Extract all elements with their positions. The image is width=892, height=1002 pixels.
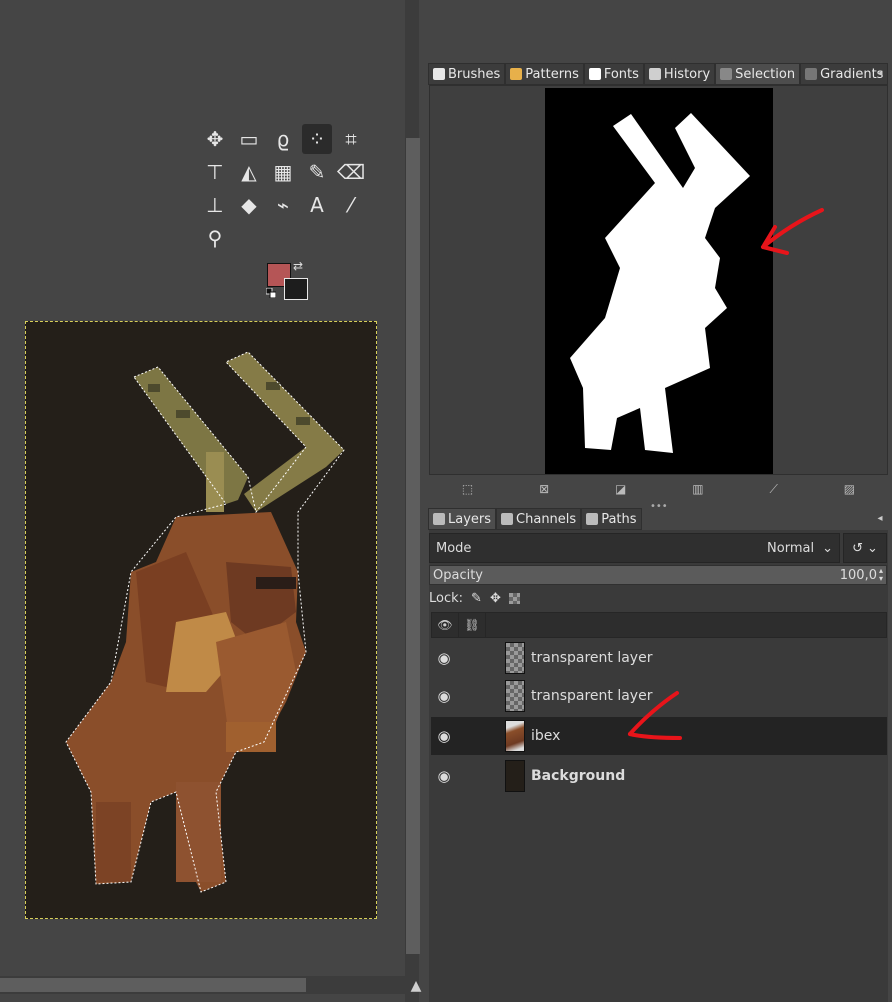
tab-paths[interactable]: Paths [581, 508, 642, 530]
channels-icon [501, 513, 514, 525]
crop-tool-icon[interactable]: ⌗ [336, 124, 366, 154]
paths-tool-icon[interactable]: ⌁ [268, 190, 298, 220]
layer-row[interactable]: ◉ Background [431, 757, 887, 795]
save-to-channel-icon[interactable]: ▥ [692, 482, 703, 496]
tab-label: Fonts [603, 66, 639, 82]
lock-pixels-icon[interactable]: ✎ [471, 591, 482, 606]
select-all-icon[interactable]: ⬚ [462, 482, 473, 496]
eye-icon[interactable]: ◉ [431, 727, 457, 745]
selection-mask-preview [545, 88, 773, 474]
zoom-tool-icon[interactable]: ⚲ [200, 223, 230, 253]
warp-transform-tool-icon[interactable]: ◭ [234, 157, 264, 187]
gradient-tool-icon[interactable]: ▦ [268, 157, 298, 187]
tab-label: History [663, 66, 711, 82]
paths-icon [586, 513, 599, 525]
eye-icon[interactable]: ◉ [431, 767, 457, 785]
opacity-slider[interactable]: Opacity 100,0 ▴ ▾ [429, 565, 887, 585]
tab-label: Layers [448, 511, 492, 527]
rect-select-tool-icon[interactable]: ▭ [234, 124, 264, 154]
layer-thumbnail [505, 642, 525, 674]
selection-to-path-icon[interactable]: ⟋ [769, 482, 777, 497]
image-canvas[interactable] [25, 321, 377, 919]
tab-brushes[interactable]: Brushes [428, 63, 506, 85]
composite-mode-button[interactable]: ↺ ⌄ [843, 533, 887, 563]
tab-selection[interactable]: Selection [715, 63, 801, 85]
bottom-dock-tabs: Layers Channels Paths [428, 508, 642, 530]
chevron-down-icon: ⌄ [822, 540, 833, 556]
top-dock-tabs: Brushes Patterns Fonts History Selection Grad… [428, 63, 889, 85]
layer-thumbnail [505, 760, 525, 792]
smudge-tool-icon[interactable]: ◆ [234, 190, 264, 220]
tab-patterns[interactable]: Patterns [505, 63, 584, 85]
mode-label: Mode [436, 540, 472, 556]
color-picker-tool-icon[interactable]: ⁄ [336, 190, 366, 220]
clone-tool-icon[interactable]: ⊥ [200, 190, 230, 220]
navigate-icon[interactable]: ▲ [408, 976, 424, 996]
tab-label: Selection [735, 66, 796, 82]
layers-list-header: 👁 ⛓ [431, 612, 887, 638]
ibex-figure [66, 352, 344, 892]
layer-name: transparent layer [531, 650, 653, 666]
eye-icon[interactable]: ◉ [431, 649, 457, 667]
eraser-tool-icon[interactable]: ⌫ [336, 157, 366, 187]
background-color-swatch[interactable] [284, 278, 308, 300]
move-tool-icon[interactable]: ✥ [200, 124, 230, 154]
layers-icon [433, 513, 445, 525]
swap-colors-icon[interactable]: ⇄ [293, 259, 303, 273]
tab-label: Channels [516, 511, 577, 527]
opacity-label: Opacity [433, 567, 484, 583]
annotation-arrow [761, 208, 824, 255]
tab-label: Paths [601, 511, 637, 527]
mode-value: Normal [767, 540, 815, 556]
layer-name: ibex [531, 728, 561, 744]
panel-menu-icon[interactable]: ◂ [873, 512, 887, 526]
tab-history[interactable]: History [643, 63, 716, 85]
fuzzy-select-tool-icon[interactable]: ⁘ [302, 124, 332, 154]
layer-row[interactable]: ◉ transparent layer [431, 639, 887, 677]
default-colors-icon[interactable] [265, 287, 277, 299]
select-none-icon[interactable]: ⊠ [539, 482, 549, 496]
lock-alpha-icon[interactable] [508, 592, 520, 604]
annotation-arrow [628, 691, 682, 740]
reset-mode-icon: ↺ [852, 540, 863, 556]
visibility-column-icon[interactable]: 👁 [432, 613, 459, 637]
toolbox: ✥ ▭ ϱ ⁘ ⌗ ⊤ ◭ ▦ ✎ ⌫ ⊥ ◆ ⌁ A ⁄ ⚲ [200, 124, 370, 253]
layer-thumbnail [505, 680, 525, 712]
spin-arrows-icon[interactable]: ▴ ▾ [879, 567, 883, 583]
horizontal-scrollbar[interactable] [0, 978, 306, 992]
selection-editor-buttons: ⬚ ⊠ ◪ ▥ ⟋ ▨ [429, 476, 888, 502]
history-icon [648, 68, 661, 80]
vertical-scrollbar[interactable] [405, 138, 420, 954]
brushes-icon [433, 68, 445, 80]
ibex-image [65, 351, 345, 893]
paintbrush-tool-icon[interactable]: ✎ [302, 157, 332, 187]
tab-label: Brushes [448, 66, 501, 82]
mode-dropdown[interactable]: Mode Normal ⌄ [429, 533, 840, 563]
tab-layers[interactable]: Layers [428, 508, 497, 530]
panel-menu-icon[interactable]: ◂ [873, 67, 887, 81]
chevron-down-icon: ⌄ [867, 540, 878, 556]
layer-name: Background [531, 768, 626, 784]
lock-position-icon[interactable]: ✥ [490, 591, 501, 606]
tab-label: Patterns [525, 66, 579, 82]
opacity-value: 100,0 [839, 567, 877, 583]
layer-thumbnail [505, 720, 525, 752]
patterns-icon [510, 68, 523, 80]
lock-label: Lock: [429, 590, 464, 606]
tab-fonts[interactable]: Fonts [583, 63, 644, 85]
selection-icon [720, 68, 733, 80]
tab-channels[interactable]: Channels [496, 508, 582, 530]
invert-selection-icon[interactable]: ◪ [615, 482, 626, 496]
lock-row: Lock: ✎ ✥ [429, 588, 520, 608]
text-tool-icon[interactable]: A [302, 190, 332, 220]
pane-resize-handle[interactable]: ••• [650, 501, 668, 512]
free-select-tool-icon[interactable]: ϱ [268, 124, 298, 154]
chain-column-icon[interactable]: ⛓ [459, 613, 486, 637]
stroke-selection-icon[interactable]: ▨ [844, 482, 855, 496]
unified-transform-tool-icon[interactable]: ⊤ [200, 157, 230, 187]
gradients-icon [805, 68, 818, 80]
eye-icon[interactable]: ◉ [431, 687, 457, 705]
fonts-icon [588, 68, 601, 80]
